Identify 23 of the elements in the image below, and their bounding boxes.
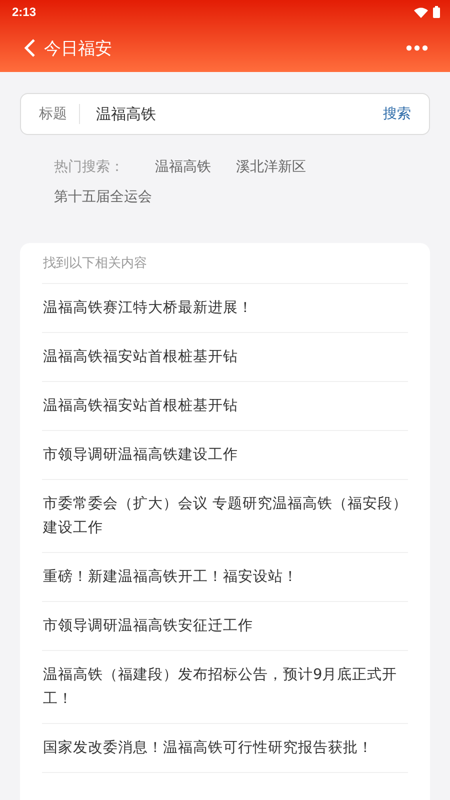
- battery-icon: [433, 6, 440, 18]
- result-title[interactable]: 温福高铁（福建段）发布招标公告，预计9月底正式开工！: [43, 663, 408, 711]
- search-field[interactable]: 标题 温福高铁 搜索: [20, 93, 430, 135]
- search-button[interactable]: 搜索: [383, 105, 411, 123]
- result-title[interactable]: 重磅！新建温福高铁开工！福安设站！: [43, 565, 408, 589]
- result-title[interactable]: 温福高铁福安站首根桩基开钻: [43, 345, 408, 369]
- result-title[interactable]: 国家发改委消息！温福高铁可行性研究报告获批！: [43, 736, 408, 760]
- hot-search-term[interactable]: 温福高铁: [155, 157, 211, 177]
- hot-search-term[interactable]: 第十五届全运会: [54, 187, 152, 207]
- result-title[interactable]: 市领导调研温福高铁建设工作: [43, 443, 408, 467]
- result-title[interactable]: 市领导调研温福高铁安征迁工作: [43, 614, 408, 638]
- result-title[interactable]: 温福高铁赛江特大桥最新进展！: [43, 296, 408, 320]
- search-label: 标题: [39, 104, 80, 124]
- hot-search-label: 热门搜索：: [54, 158, 124, 177]
- result-title[interactable]: 温福高铁福安站首根桩基开钻: [43, 394, 408, 418]
- hot-search-term[interactable]: 溪北洋新区: [236, 157, 306, 177]
- page-title: 今日福安: [44, 38, 113, 60]
- result-title[interactable]: 市委常委会（扩大）会议 专题研究温福高铁（福安段）建设工作: [43, 492, 408, 540]
- results-heading: 找到以下相关内容: [42, 253, 408, 284]
- back-icon[interactable]: [24, 38, 36, 58]
- status-time: 2:13: [12, 5, 36, 19]
- more-icon[interactable]: [406, 45, 428, 51]
- wifi-icon: [414, 6, 428, 18]
